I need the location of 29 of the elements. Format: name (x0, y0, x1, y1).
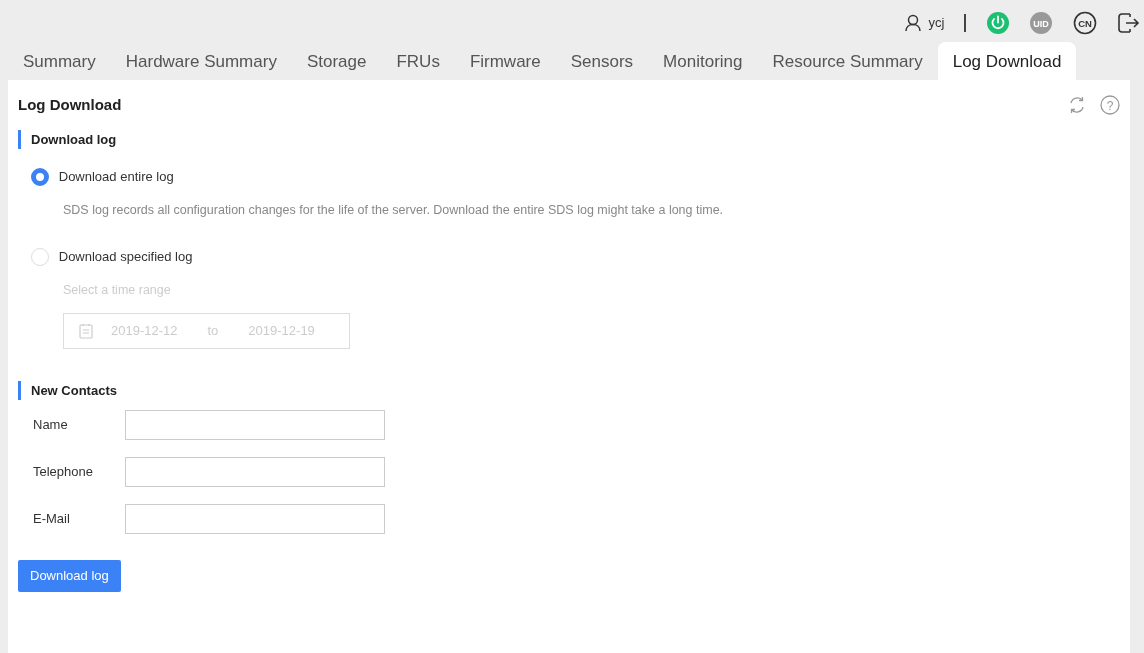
user-name[interactable]: ycj (928, 12, 945, 33)
input-field[interactable] (125, 504, 385, 534)
radio-label[interactable]: Download entire log (58, 167, 174, 187)
radio-button[interactable] (31, 167, 49, 186)
tab[interactable]: Storage (291, 48, 382, 80)
calendar-icon (79, 322, 93, 339)
input-field[interactable] (125, 457, 385, 487)
tab[interactable]: Sensors (555, 48, 649, 80)
tab[interactable]: Hardware Summary (110, 48, 292, 80)
language-icon[interactable]: CN (1072, 10, 1097, 35)
download-button[interactable]: Download log (18, 560, 121, 592)
logout-icon[interactable] (1116, 10, 1140, 35)
tab[interactable]: FRUs (381, 48, 455, 80)
tab[interactable]: Summary (8, 48, 111, 80)
field-label: E-Mail (33, 510, 71, 529)
power-icon[interactable] (985, 10, 1010, 35)
tab[interactable]: Monitoring (648, 48, 758, 80)
tab[interactable]: Firmware (454, 48, 556, 80)
input-field[interactable] (125, 410, 385, 440)
user-icon[interactable] (904, 13, 923, 32)
section-title: Download log (18, 129, 1120, 149)
radio-label[interactable]: Download specified log (58, 247, 193, 267)
field-label: Telephone (33, 463, 94, 482)
tab[interactable]: Resource Summary (757, 48, 938, 80)
section-title: New Contacts (18, 380, 1120, 400)
page-title: Log Download (18, 95, 122, 115)
tab[interactable]: Log Download (937, 41, 1077, 80)
field-label: Name (33, 416, 69, 435)
description: SDS log records all configuration changes for the life of the server. Download the entire SDS log might take a long time. (63, 201, 725, 219)
